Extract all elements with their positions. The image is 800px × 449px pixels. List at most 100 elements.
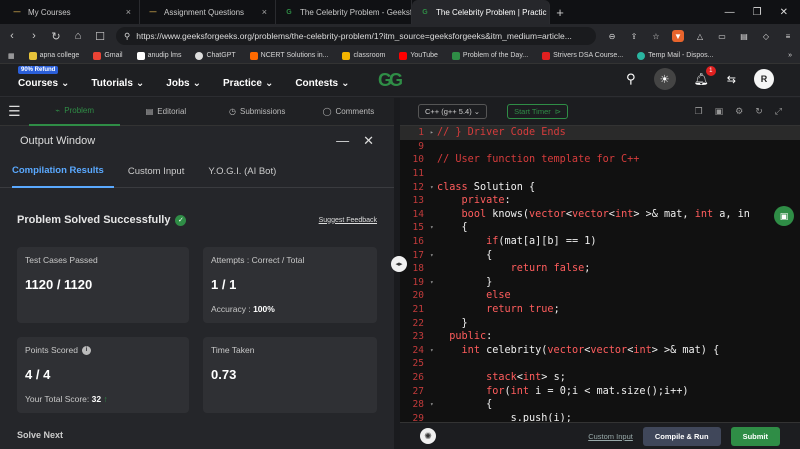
browser-tab-my-courses[interactable]: — My Courses × — [4, 0, 140, 24]
browser-tab-celebrity-article[interactable]: G The Celebrity Problem - GeeksforGe × — [276, 0, 412, 24]
more-bookmarks-icon[interactable]: » — [788, 52, 792, 59]
code-line[interactable]: 19 ▾ } — [400, 276, 800, 290]
language-select[interactable]: C++ (g++ 5.4) ⌄ — [418, 104, 488, 119]
tab-problem[interactable]: ⌁ Problem — [29, 98, 121, 126]
code-line[interactable]: 28 ▾ { — [400, 398, 800, 412]
fold-chevron-icon[interactable]: ▾ — [430, 279, 437, 286]
code-line[interactable]: 12 ▾ class Solution { — [400, 180, 800, 194]
code-line[interactable]: 13 private: — [400, 194, 800, 208]
menu-jobs[interactable]: Jobs ⌄ — [166, 78, 201, 89]
compile-run-button[interactable]: Compile & Run — [642, 426, 721, 446]
code-line[interactable]: 27 for(int i = 0;i < mat.size();i++) — [400, 384, 800, 398]
apps-grid-icon[interactable]: ▦ — [8, 52, 15, 60]
bookmark-potd[interactable]: Problem of the Day... — [451, 51, 528, 60]
resize-handle-icon[interactable]: ◂▸ — [391, 256, 407, 272]
close-window-icon[interactable]: ✕ — [780, 7, 788, 18]
chat-icon[interactable]: ▣ — [774, 206, 794, 226]
browser-tab-celebrity-practice[interactable]: G The Celebrity Problem | Practic × — [412, 0, 550, 24]
code-line[interactable]: 23 public: — [400, 330, 800, 344]
code-line[interactable]: 14 bool knows(vector<vector<int> >& mat,… — [400, 208, 800, 222]
gfg-logo[interactable]: GG — [378, 70, 403, 91]
paste-icon[interactable]: ▣ — [715, 106, 724, 117]
restore-icon[interactable]: ❐ — [753, 7, 762, 18]
code-line[interactable]: 18 return false; — [400, 262, 800, 276]
zoom-icon[interactable]: ⊖ — [606, 30, 618, 42]
minimize-icon[interactable]: — — [336, 133, 349, 149]
hamburger-icon[interactable]: ☰ — [8, 103, 29, 120]
fullscreen-icon[interactable]: ⤢ — [775, 106, 782, 117]
fold-chevron-icon[interactable]: ▾ — [430, 347, 437, 354]
sidebar-icon[interactable]: ▭ — [716, 30, 728, 42]
browser-tab-assignment[interactable]: — Assignment Questions × — [140, 0, 276, 24]
bell-icon[interactable]: 🔔︎ 1 — [694, 66, 716, 86]
submit-button[interactable]: Submit — [730, 426, 780, 446]
bookmark-strivers[interactable]: Strivers DSA Course... — [542, 51, 623, 60]
code-area[interactable]: 1 ▸// } Driver Code Ends 9 10 // User functi… — [400, 126, 800, 422]
code-line[interactable]: 21 return true; — [400, 303, 800, 317]
tab-editorial[interactable]: ▤ Editorial — [120, 98, 211, 126]
code-line[interactable]: 10 // User function template for C++ — [400, 153, 800, 167]
code-line[interactable]: 29 s.push(i); — [400, 411, 800, 422]
reset-icon[interactable]: ↻ — [755, 106, 763, 117]
vpn-icon[interactable]: ◇ — [760, 30, 772, 42]
new-tab-button[interactable]: + — [550, 5, 570, 20]
code-line[interactable]: 16 if(mat[a][b] == 1) — [400, 235, 800, 249]
code-line[interactable]: 24 ▾ int celebrity(vector<vector<int> >& … — [400, 344, 800, 358]
fold-chevron-icon[interactable]: ▾ — [430, 252, 437, 259]
bookmark-ncert[interactable]: NCERT Solutions in... — [249, 51, 328, 60]
reload-icon[interactable]: ↻ — [50, 30, 62, 43]
address-bar[interactable]: ⚲ https://www.geeksforgeeks.org/problems… — [116, 27, 596, 45]
code-line[interactable]: 26 stack<int> s; — [400, 371, 800, 385]
bookmark-youtube[interactable]: YouTube — [399, 51, 438, 60]
code-line[interactable]: 9 — [400, 140, 800, 154]
tab-compilation-results[interactable]: Compilation Results — [12, 156, 114, 188]
bookmark-temp-mail[interactable]: Temp Mail - Dispos... — [637, 51, 714, 60]
fold-chevron-icon[interactable]: ▾ — [430, 224, 437, 231]
tab-submissions[interactable]: ◷ Submissions — [212, 98, 303, 126]
translate-icon[interactable]: ⇆ — [727, 73, 736, 86]
back-icon[interactable]: ‹ — [6, 30, 18, 42]
custom-input-link[interactable]: Custom Input — [588, 432, 633, 441]
start-timer-button[interactable]: Start Timer ⊳ — [507, 104, 569, 119]
star-icon[interactable]: ☆ — [650, 30, 662, 42]
code-line[interactable]: 1 ▸// } Driver Code Ends — [400, 126, 800, 140]
close-icon[interactable]: ✕ — [363, 133, 374, 149]
info-icon[interactable]: i — [81, 345, 91, 355]
settings-icon[interactable]: ⚙ — [735, 106, 743, 117]
bookmark-chatgpt[interactable]: ChatGPT — [195, 51, 236, 60]
code-line[interactable]: 17 ▾ { — [400, 248, 800, 262]
tab-yogi-ai-bot[interactable]: Y.O.G.I. (AI Bot) — [208, 156, 286, 188]
menu-courses[interactable]: Courses ⌄ — [18, 78, 69, 89]
code-line[interactable]: 11 — [400, 167, 800, 181]
code-line[interactable]: 22 } — [400, 316, 800, 330]
site-info-icon[interactable]: ⚲ — [124, 31, 130, 42]
bookmark-icon[interactable]: ☐ — [94, 30, 106, 43]
menu-practice[interactable]: Practice ⌄ — [223, 78, 273, 89]
wallet-icon[interactable]: ▤ — [738, 30, 750, 42]
brave-shield-icon[interactable]: ▼ — [672, 30, 684, 42]
menu-contests[interactable]: Contests ⌄ — [295, 78, 349, 89]
copy-icon[interactable]: ❐ — [695, 106, 703, 117]
lightbulb-icon[interactable]: ✺ — [420, 428, 436, 444]
avatar[interactable]: R — [754, 69, 774, 89]
bookmark-gmail[interactable]: Gmail — [93, 51, 123, 60]
close-icon[interactable]: × — [126, 7, 131, 17]
forward-icon[interactable]: › — [28, 30, 40, 42]
theme-toggle-icon[interactable]: ☀ — [653, 68, 676, 90]
bookmark-classroom[interactable]: classroom — [342, 51, 385, 60]
close-icon[interactable]: × — [262, 7, 267, 17]
bookmark-anudip[interactable]: anudip lms — [136, 51, 181, 60]
code-line[interactable]: 25 — [400, 357, 800, 371]
tab-custom-input[interactable]: Custom Input — [128, 156, 195, 188]
share-icon[interactable]: ⇪ — [628, 30, 640, 42]
fold-chevron-icon[interactable]: ▾ — [430, 184, 437, 191]
search-icon[interactable]: ⚲ — [626, 71, 636, 87]
code-line[interactable]: 20 else — [400, 289, 800, 303]
home-icon[interactable]: ⌂ — [72, 30, 84, 42]
menu-tutorials[interactable]: Tutorials ⌄ — [91, 78, 144, 89]
rewards-icon[interactable]: △ — [694, 30, 706, 42]
menu-icon[interactable]: ≡ — [782, 30, 794, 42]
tab-comments[interactable]: ◯ Comments — [303, 98, 394, 126]
code-line[interactable]: 15 ▾ { — [400, 221, 800, 235]
bookmark-apna-college[interactable]: apna college — [28, 51, 79, 60]
